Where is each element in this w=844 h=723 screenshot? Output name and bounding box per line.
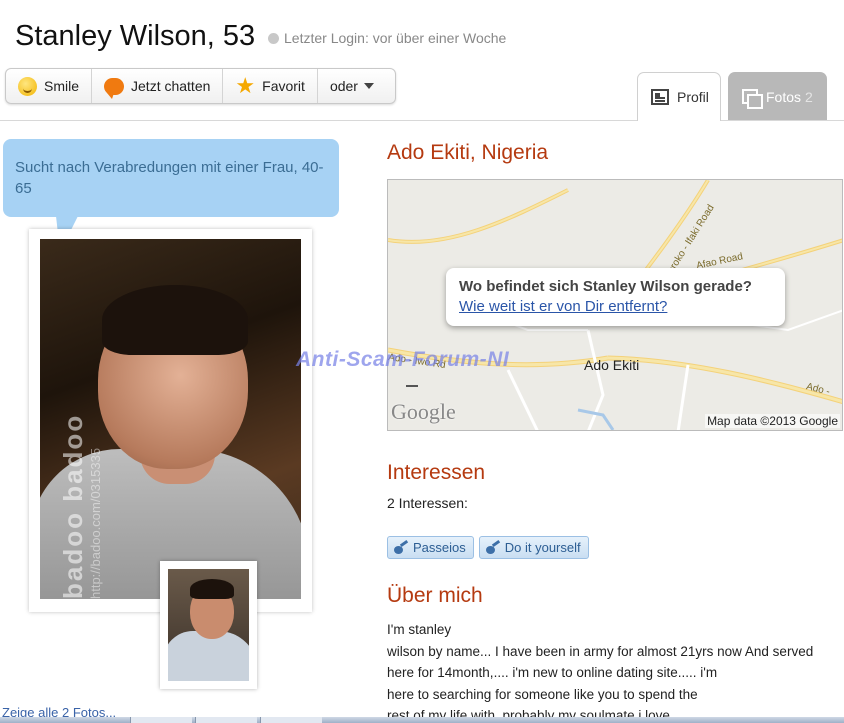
interests-count: 2 Interessen: (387, 495, 468, 511)
photo-hair (102, 285, 248, 355)
tab-profil[interactable]: Profil (637, 72, 721, 121)
chat-label: Jetzt chatten (131, 78, 211, 94)
about-line: here to searching for someone like you t… (387, 686, 698, 702)
google-logo: Google (391, 399, 456, 424)
profile-name: Stanley Wilson, 53 (15, 20, 256, 52)
interests-title: Interessen (387, 461, 486, 484)
tab-fotos-label: Fotos (766, 88, 802, 105)
map-city-label: Ado Ekiti (584, 357, 640, 373)
chevron-down-icon (363, 83, 374, 89)
main-photo-frame[interactable]: badoo badoo http://badoo.com/0315335 (29, 229, 312, 612)
about-line: wilson by name... I have been in army fo… (387, 643, 814, 659)
profile-card-icon (651, 89, 669, 105)
about-line: I'm stanley (387, 622, 452, 637)
forum-watermark: Anti-Scam-Forum-NI (296, 348, 510, 371)
interest-tags: Passeios Do it yourself (387, 536, 589, 559)
taskbar-item[interactable] (195, 717, 257, 723)
tab-fotos[interactable]: Fotos 2 (728, 72, 827, 121)
offline-dot-icon (268, 32, 279, 44)
interest-tag-label: Passeios (413, 540, 466, 555)
location-title: Ado Ekiti, Nigeria (387, 141, 549, 164)
distance-link[interactable]: Wie weit ist er von Dir entfernt? (459, 298, 772, 315)
favorite-label: Favorit (262, 78, 305, 94)
photo-thumbnail[interactable] (160, 561, 257, 689)
guitar-icon (485, 542, 500, 554)
smile-icon (18, 76, 37, 96)
about-line: here for 14month,.... i'm new to online … (387, 665, 718, 680)
chat-button[interactable]: Jetzt chatten (92, 69, 224, 103)
star-icon: ★ (235, 73, 256, 98)
action-bar: Smile Jetzt chatten ★ Favorit oder (5, 68, 396, 104)
map-zoom-control[interactable] (406, 385, 418, 387)
tab-fotos-count: 2 (805, 88, 813, 105)
photo-watermark: badoo badoo (58, 413, 88, 599)
thumb-hair (190, 579, 234, 599)
smile-button[interactable]: Smile (6, 69, 93, 103)
map-copyright: Map data ©2013 Google (705, 414, 840, 428)
map-question: Wo befindet sich Stanley Wilson gerade? (459, 278, 752, 295)
last-login-status: Letzter Login: vor über einer Woche (268, 30, 506, 46)
about-title: Über mich (387, 584, 483, 607)
looking-for-text: Sucht nach Verabredungen mit einer Frau,… (15, 159, 324, 197)
map-info-popup: Wo befindet sich Stanley Wilson gerade? … (446, 268, 785, 326)
chat-bubble-icon (104, 77, 125, 99)
guitar-icon (394, 542, 408, 554)
taskbar-item[interactable] (260, 717, 322, 723)
last-login-text: Letzter Login: vor über einer Woche (284, 30, 507, 46)
about-text: I'm stanley wilson by name... I have bee… (387, 619, 837, 723)
favorite-button[interactable]: ★ Favorit (223, 69, 318, 103)
photo-watermark-url: http://badoo.com/0315335 (88, 447, 103, 599)
interest-tag[interactable]: Do it yourself (478, 536, 589, 559)
interest-tag-label: Do it yourself (504, 540, 581, 555)
interest-tag[interactable]: Passeios (387, 536, 474, 559)
photos-icon (742, 88, 763, 109)
more-label: oder (329, 78, 358, 94)
looking-for-bubble: Sucht nach Verabredungen mit einer Frau,… (3, 139, 339, 217)
smile-label: Smile (44, 78, 80, 94)
taskbar-item[interactable] (130, 717, 192, 723)
thumbnail-image[interactable] (168, 569, 249, 681)
os-taskbar (0, 717, 844, 723)
location-map[interactable]: Iworoko - Ifaki Road Afao Road Ado - Iwo… (387, 179, 843, 431)
more-dropdown[interactable]: oder (318, 69, 386, 103)
main-profile-photo[interactable]: badoo badoo http://badoo.com/0315335 (40, 239, 301, 599)
tab-profil-label: Profil (677, 89, 709, 105)
